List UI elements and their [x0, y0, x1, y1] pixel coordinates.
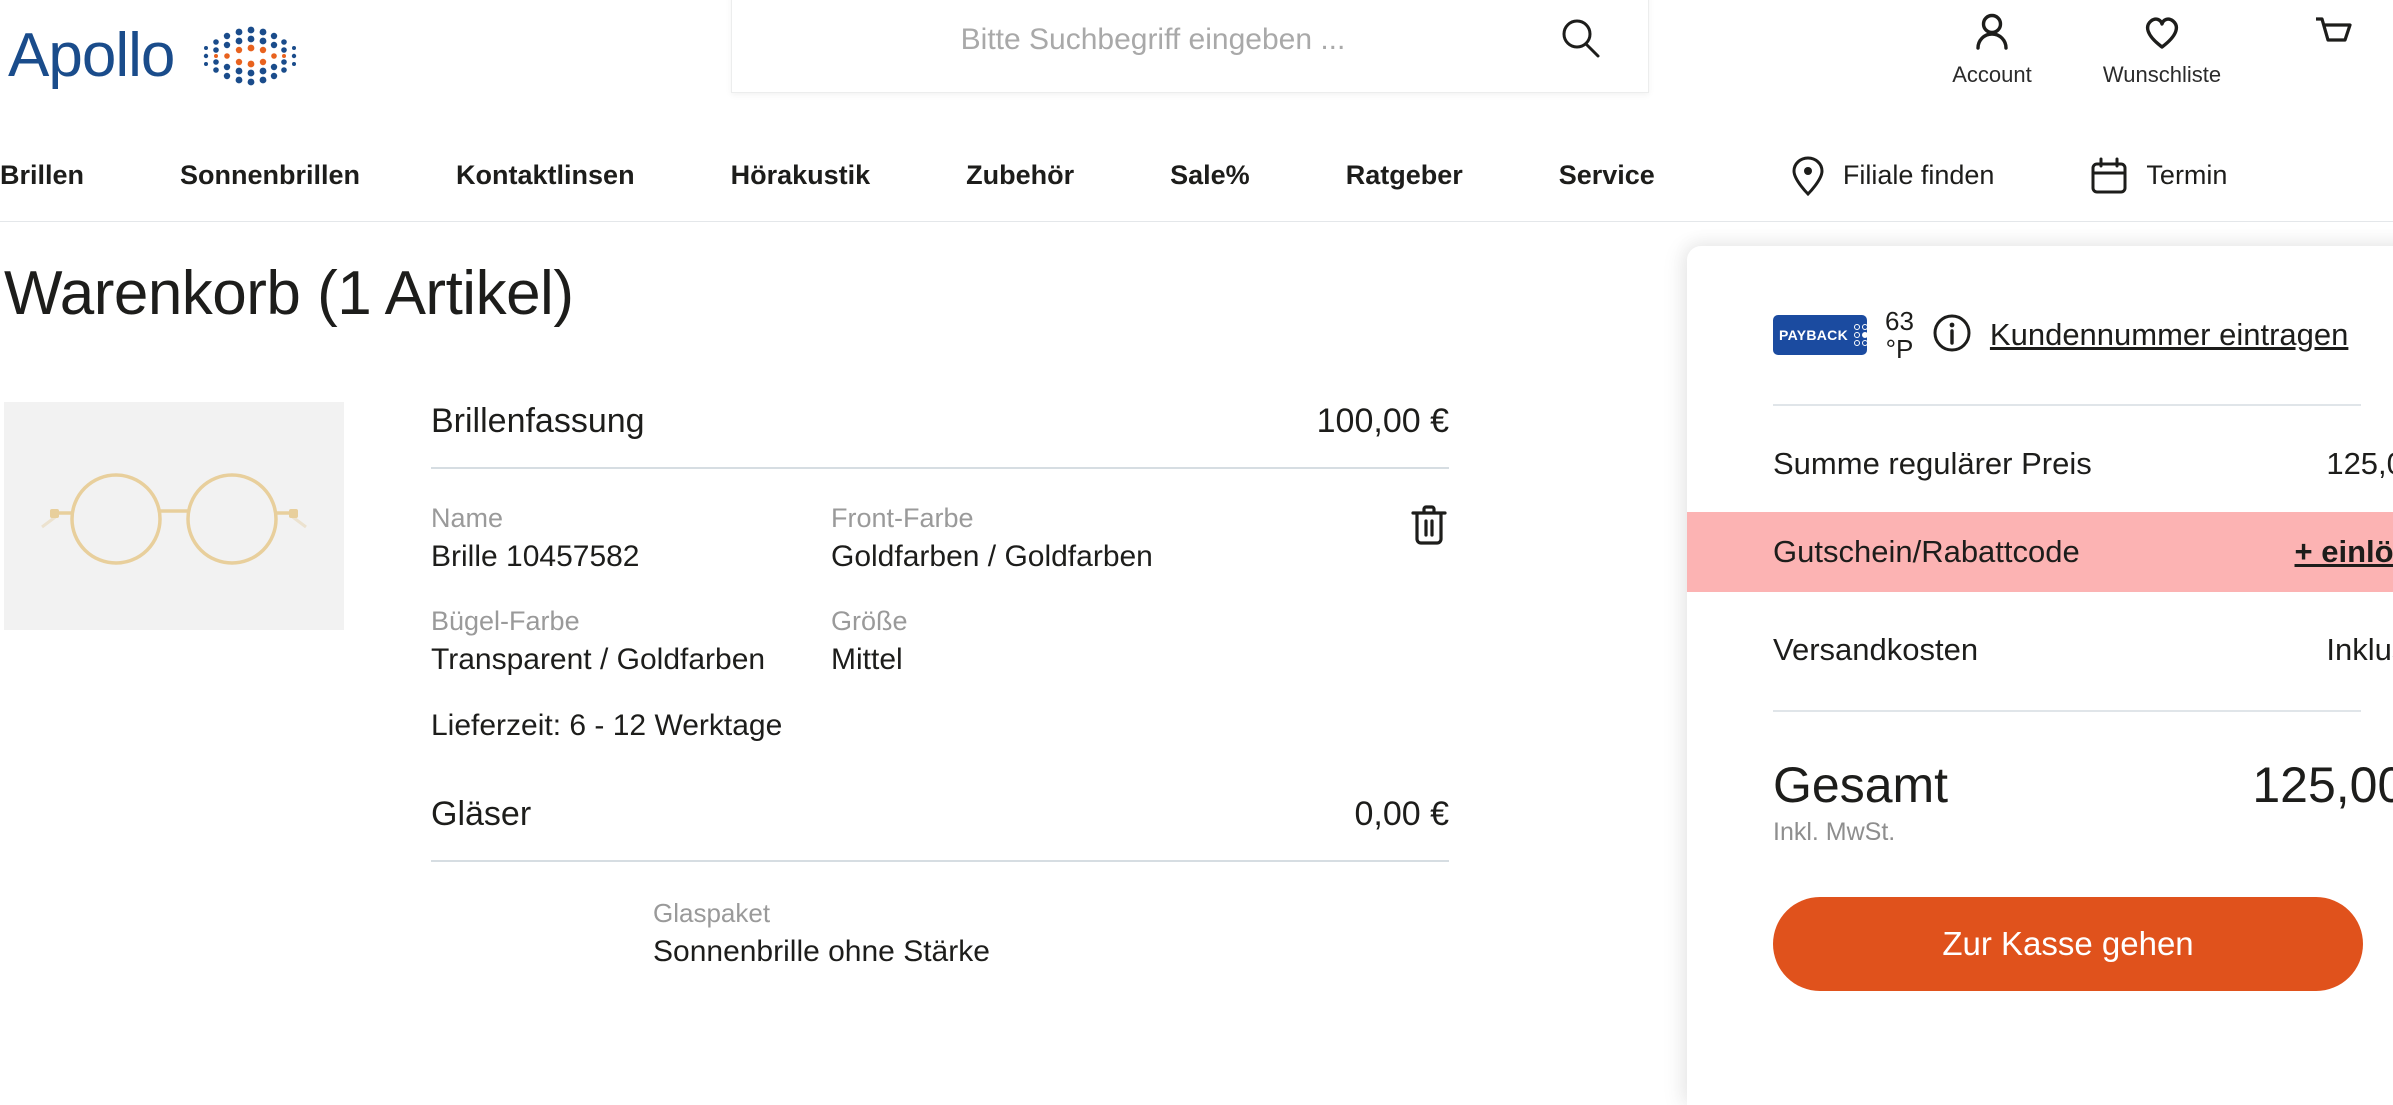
nav-item-hoerakustik[interactable]: Hörakustik	[731, 160, 871, 191]
glass-package-label: Glaspaket	[653, 898, 771, 929]
lenses-title: Gläser	[431, 795, 532, 834]
total-label: Gesamt	[1773, 757, 1949, 813]
nav-item-ratgeber[interactable]: Ratgeber	[1346, 160, 1463, 191]
heart-icon	[2145, 17, 2179, 49]
cart-icon	[2316, 17, 2352, 42]
trash-icon	[1411, 505, 1447, 545]
payback-points-unit: °P	[1885, 334, 1914, 364]
nav-item-sale[interactable]: Sale%	[1170, 160, 1250, 191]
glass-package-value: Sonnenbrille ohne Stärke	[653, 935, 990, 969]
attribute-name: Name Brille 10457582	[431, 503, 831, 574]
frame-price: 100,00 €	[1316, 402, 1449, 441]
total-value: 125,00 €	[2252, 757, 2393, 813]
attribute-groesse: Größe Mittel	[831, 606, 1231, 677]
lenses-line-header: Gläser 0,00 €	[431, 795, 1449, 860]
header-action-label: Account	[1952, 62, 2032, 87]
search-icon[interactable]	[1558, 15, 1604, 66]
frame-title: Brillenfassung	[431, 402, 645, 441]
frame-line-header: Brillenfassung 100,00 €	[431, 402, 1449, 467]
divider	[1773, 710, 2361, 712]
summary-total-row: Gesamt 125,00 €	[1687, 756, 2393, 814]
attribute-front-farbe: Front-Farbe Goldfarben / Goldfarben	[831, 503, 1231, 574]
divider	[431, 467, 1449, 470]
order-summary-panel: PAYBACK 63 °P Kundennummer eintragen Sum…	[1687, 246, 2393, 1105]
summary-row-value: Inklusive	[2326, 632, 2393, 667]
cart-item-details: Brillenfassung 100,00 € Name Brille 1045…	[431, 402, 1449, 969]
glass-package: Glaspaket Sonnenbrille ohne Stärke	[431, 898, 1449, 969]
summary-row-voucher[interactable]: Gutschein/Rabattcode + einlösen	[1687, 512, 2393, 592]
apollo-eye-logo-icon	[204, 26, 297, 86]
attribute-row: Bügel-Farbe Transparent / Goldfarben Grö…	[431, 606, 1449, 677]
eyeglasses-image	[41, 473, 307, 565]
attribute-row: Name Brille 10457582 Front-Farbe Goldfar…	[431, 503, 1449, 574]
attribute-label: Größe	[831, 606, 908, 637]
summary-row-value: 125,00 €	[2326, 446, 2393, 481]
search-bar[interactable]	[731, 0, 1649, 93]
nav-item-zubehoer[interactable]: Zubehör	[966, 160, 1074, 191]
search-input[interactable]	[768, 23, 1538, 57]
payback-dots-icon	[1854, 324, 1877, 346]
nav-item-service[interactable]: Service	[1559, 160, 1655, 191]
nav-item-filiale-finden[interactable]: Filiale finden	[1791, 155, 1995, 196]
site-header: Apollo Bitte Suchbegriff eingeben ... Ac…	[0, 0, 2393, 130]
header-action-cart-partial[interactable]	[2247, 0, 2393, 88]
main-content: Warenkorb (1 Artikel) Brillenfassung 100…	[0, 222, 2393, 1105]
nav-item-brillen[interactable]: Brillen	[0, 160, 84, 191]
attribute-value: Goldfarben / Goldfarben	[831, 540, 1153, 574]
frame-attributes: Name Brille 10457582 Front-Farbe Goldfar…	[431, 503, 1449, 743]
lenses-price: 0,00 €	[1354, 795, 1449, 834]
location-pin-icon	[1792, 155, 1824, 196]
main-navigation: Brillen Sonnenbrillen Kontaktlinsen Höra…	[0, 130, 2393, 222]
info-icon[interactable]	[1932, 313, 1972, 358]
attribute-label: Front-Farbe	[831, 503, 974, 534]
payback-points-value: 63	[1885, 306, 1914, 336]
nav-utility-items: Filiale finden Termin	[1791, 155, 2324, 196]
summary-row-label: Summe regulärer Preis	[1773, 446, 2092, 481]
attribute-value: Transparent / Goldfarben	[431, 643, 766, 677]
nav-item-termin[interactable]: Termin	[2090, 157, 2227, 195]
redeem-voucher-link[interactable]: + einlösen	[2295, 534, 2393, 570]
checkout-button[interactable]: Zur Kasse gehen	[1773, 897, 2363, 991]
logo[interactable]: Apollo	[0, 0, 304, 94]
calendar-icon	[2091, 157, 2127, 193]
header-action-account[interactable]: Account	[1907, 0, 2077, 88]
nav-item-sonnenbrillen[interactable]: Sonnenbrillen	[180, 160, 360, 191]
header-actions: Account Wunschliste	[1907, 0, 2393, 88]
divider	[1773, 404, 2361, 406]
header-action-label: Wunschliste	[2102, 62, 2222, 87]
attribute-label: Bügel-Farbe	[431, 606, 580, 637]
payback-enter-number-link[interactable]: Kundennummer eintragen	[1990, 317, 2348, 353]
attribute-buegel-farbe: Bügel-Farbe Transparent / Goldfarben	[431, 606, 831, 677]
nav-item-kontaktlinsen[interactable]: Kontaktlinsen	[456, 160, 635, 191]
payback-points: 63 °P	[1885, 308, 1914, 362]
summary-row-shipping: Versandkosten Inklusive	[1687, 632, 2393, 668]
divider	[431, 860, 1449, 863]
nav-util-label: Termin	[2146, 160, 2228, 190]
attribute-value: Mittel	[831, 643, 903, 677]
vat-note: Inkl. MwSt.	[1773, 818, 1896, 846]
nav-primary-items: Brillen Sonnenbrillen Kontaktlinsen Höra…	[0, 160, 1751, 191]
user-icon	[1976, 13, 2008, 50]
summary-row-label: Gutschein/Rabattcode	[1773, 534, 2080, 569]
remove-item-button[interactable]	[1409, 503, 1449, 550]
summary-row-label: Versandkosten	[1773, 632, 1979, 667]
product-thumbnail[interactable]	[4, 402, 344, 631]
attribute-value: Brille 10457582	[431, 540, 640, 574]
attribute-label: Name	[431, 503, 504, 534]
nav-util-label: Filiale finden	[1842, 160, 1995, 190]
payback-logo-icon: PAYBACK	[1773, 315, 1877, 355]
delivery-time: Lieferzeit: 6 - 12 Werktage	[431, 709, 783, 743]
payback-row: PAYBACK 63 °P Kundennummer eintragen	[1687, 308, 2393, 362]
summary-row-regular-price: Summe regulärer Preis 125,00 €	[1687, 446, 2393, 482]
logo-text: Apollo	[8, 21, 175, 90]
payback-logo-text: PAYBACK	[1779, 327, 1849, 343]
header-action-wunschliste[interactable]: Wunschliste	[2077, 0, 2247, 88]
